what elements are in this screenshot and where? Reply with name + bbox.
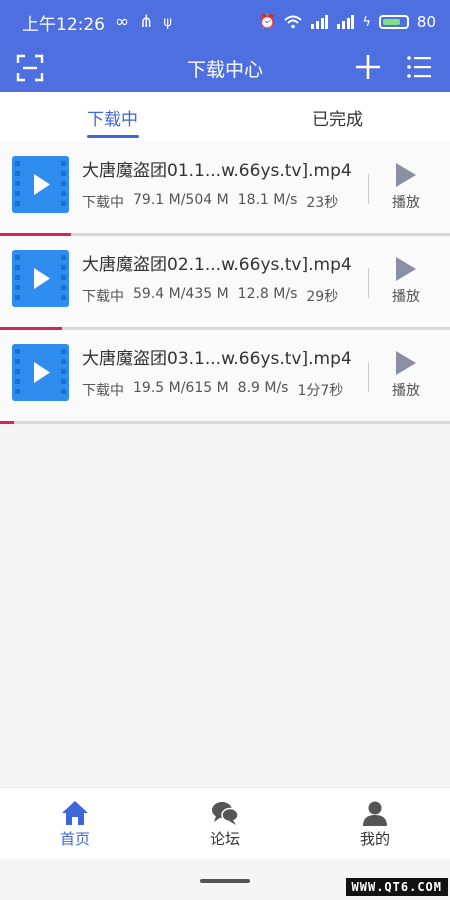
download-item[interactable]: 大唐魔盗团02.1...w.66ys.tv].mp4 下载中 59.4 M/43… bbox=[0, 236, 450, 330]
usb-icon: ψ bbox=[163, 14, 172, 30]
nav-forum[interactable]: 论坛 bbox=[150, 788, 300, 859]
list-icon[interactable] bbox=[406, 54, 432, 80]
download-speed: 12.8 M/s bbox=[237, 286, 298, 302]
battery-fill bbox=[382, 19, 400, 25]
wifi-icon bbox=[284, 15, 302, 29]
page-title: 下载中心 bbox=[186, 58, 263, 81]
download-meta: 下载中 59.4 M/435 M 12.8 M/s 29秒 bbox=[82, 286, 338, 306]
download-speed: 8.9 M/s bbox=[237, 380, 289, 396]
plus-icon[interactable] bbox=[354, 53, 382, 81]
play-icon bbox=[396, 257, 416, 281]
user-icon bbox=[363, 801, 387, 826]
chat-icon bbox=[212, 802, 239, 825]
tab-downloading[interactable]: 下载中 bbox=[0, 92, 225, 142]
file-name: 大唐魔盗团02.1...w.66ys.tv].mp4 bbox=[82, 255, 352, 275]
item-divider bbox=[368, 362, 369, 392]
download-status: 下载中 bbox=[82, 195, 124, 211]
scan-icon[interactable] bbox=[16, 54, 44, 82]
battery-icon bbox=[378, 15, 409, 29]
play-button[interactable]: 播放 bbox=[376, 256, 436, 312]
item-divider bbox=[368, 268, 369, 298]
home-indicator[interactable] bbox=[200, 879, 250, 883]
play-label: 播放 bbox=[392, 195, 420, 211]
status-bar: 上午12:26 ∞ ⋔ ψ ⏰ ϟ 80 bbox=[0, 0, 450, 44]
watermark: WWW.QT6.COM bbox=[345, 878, 448, 896]
battery-level: 80 bbox=[416, 13, 436, 31]
download-item[interactable]: 大唐魔盗团03.1...w.66ys.tv].mp4 下载中 19.5 M/61… bbox=[0, 330, 450, 424]
download-item[interactable]: 大唐魔盗团01.1...w.66ys.tv].mp4 下载中 79.1 M/50… bbox=[0, 142, 450, 236]
home-icon bbox=[62, 801, 88, 825]
nav-forum-label: 论坛 bbox=[209, 830, 240, 848]
download-meta: 下载中 79.1 M/504 M 18.1 M/s 23秒 bbox=[82, 192, 338, 212]
signal-icon bbox=[311, 15, 329, 29]
video-file-icon bbox=[12, 344, 69, 401]
status-time: 上午12:26 bbox=[22, 14, 105, 35]
play-icon bbox=[396, 163, 416, 187]
signal-icon-2 bbox=[337, 15, 355, 29]
play-label: 播放 bbox=[392, 289, 420, 305]
nav-home-label: 首页 bbox=[59, 830, 90, 848]
download-size: 79.1 M/504 M bbox=[133, 192, 229, 208]
video-file-icon bbox=[12, 250, 69, 307]
alarm-icon: ⏰ bbox=[258, 14, 277, 30]
tab-completed[interactable]: 已完成 bbox=[225, 92, 450, 142]
tab-bar: 下载中 已完成 bbox=[0, 92, 450, 142]
download-list: 大唐魔盗团01.1...w.66ys.tv].mp4 下载中 79.1 M/50… bbox=[0, 142, 450, 424]
file-name: 大唐魔盗团01.1...w.66ys.tv].mp4 bbox=[82, 161, 352, 181]
status-right: ⏰ ϟ 80 bbox=[259, 13, 436, 31]
download-size: 19.5 M/615 M bbox=[133, 380, 229, 396]
share-icon: ⋔ bbox=[139, 12, 154, 32]
nav-mine-label: 我的 bbox=[359, 830, 390, 848]
play-label: 播放 bbox=[392, 383, 420, 399]
file-name: 大唐魔盗团03.1...w.66ys.tv].mp4 bbox=[82, 349, 352, 369]
download-remaining: 1分7秒 bbox=[297, 383, 344, 399]
play-button[interactable]: 播放 bbox=[376, 350, 436, 406]
download-progress-fill bbox=[0, 421, 15, 424]
charging-icon: ϟ bbox=[362, 14, 371, 30]
play-button[interactable]: 播放 bbox=[376, 162, 436, 218]
download-status: 下载中 bbox=[82, 289, 124, 305]
download-remaining: 29秒 bbox=[306, 289, 339, 305]
download-meta: 下载中 19.5 M/615 M 8.9 M/s 1分7秒 bbox=[82, 380, 343, 400]
nav-home[interactable]: 首页 bbox=[0, 788, 150, 859]
download-size: 59.4 M/435 M bbox=[133, 286, 229, 302]
nav-mine[interactable]: 我的 bbox=[300, 788, 450, 859]
video-file-icon bbox=[12, 156, 69, 213]
download-remaining: 23秒 bbox=[306, 195, 339, 211]
play-icon bbox=[396, 351, 416, 375]
download-speed: 18.1 M/s bbox=[237, 192, 298, 208]
status-left: 上午12:26 ∞ ⋔ ψ bbox=[22, 10, 172, 35]
item-divider bbox=[368, 174, 369, 204]
download-progress bbox=[0, 421, 450, 424]
app-bar: 下载中心 bbox=[0, 44, 450, 92]
infinity-icon: ∞ bbox=[115, 12, 130, 32]
download-status: 下载中 bbox=[82, 383, 124, 399]
bottom-nav: 首页 论坛 我的 bbox=[0, 787, 450, 859]
